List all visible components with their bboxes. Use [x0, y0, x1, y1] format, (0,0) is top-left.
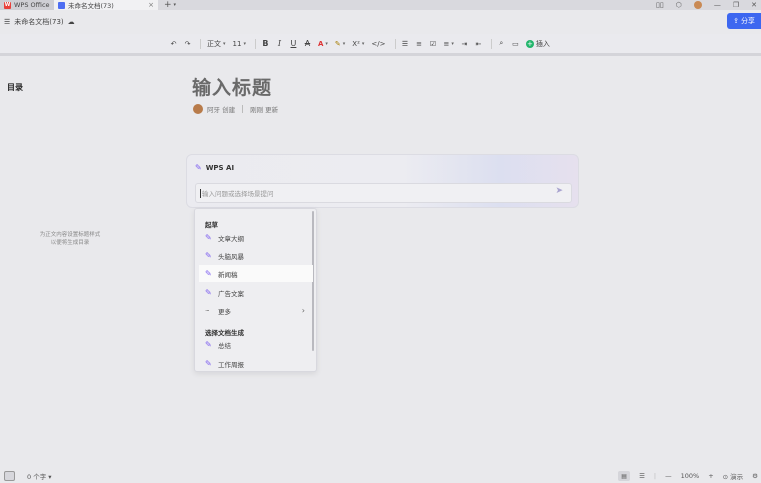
- close-tab-icon[interactable]: ×: [148, 1, 154, 9]
- pen-icon: ✎: [205, 269, 212, 278]
- style-select[interactable]: 正文 ▾: [205, 37, 228, 51]
- document-meta: 阿牙 创建 刚刚 更新: [193, 104, 278, 114]
- updated-label: 刚刚 更新: [250, 106, 279, 114]
- pen-icon: ✎: [205, 359, 212, 368]
- menu-item-ad-copy[interactable]: ✎ 广告文案: [199, 284, 313, 301]
- align-icon[interactable]: ≡ ▾: [442, 37, 456, 51]
- window-controls: ▯▯ ⬡ — ❐ ✕: [656, 0, 757, 10]
- divider: |: [653, 472, 657, 480]
- menu-item-press-release[interactable]: ✎ 新闻稿: [199, 265, 313, 282]
- chevron-down-icon[interactable]: ▾: [174, 2, 177, 8]
- bold-icon[interactable]: B: [260, 37, 271, 51]
- insert-button[interactable]: + 插入: [524, 37, 552, 51]
- highlight-icon[interactable]: ✎ ▾: [333, 37, 347, 51]
- restore-icon[interactable]: ❐: [733, 1, 739, 9]
- zoom-in-icon[interactable]: +: [708, 472, 713, 480]
- checkbox-list-icon[interactable]: ☑: [428, 37, 439, 51]
- send-icon[interactable]: ➤: [555, 186, 563, 196]
- sidebar-toggle-icon[interactable]: [4, 471, 15, 481]
- present-button[interactable]: ⊙ 演示: [723, 471, 744, 481]
- pen-icon: ✎: [205, 288, 212, 297]
- toolbar: ↶ ↷ 正文 ▾ 11 ▾ B I U A A ▾ ✎ ▾ X² ▾ </> ☰ ≡ ☑ …: [0, 34, 761, 56]
- menu-item-summary[interactable]: ✎ 总结: [199, 336, 313, 353]
- font-size-select[interactable]: 11 ▾: [231, 37, 248, 51]
- divider: [394, 38, 396, 49]
- pen-icon: ✎: [205, 233, 212, 242]
- tab-wps-office[interactable]: W WPS Office: [0, 0, 54, 10]
- zoom-level[interactable]: 100%: [681, 472, 700, 480]
- ai-title: WPS AI: [205, 163, 235, 172]
- toc-title: 目录: [7, 83, 23, 92]
- code-icon[interactable]: </>: [369, 37, 387, 51]
- strikethrough-icon[interactable]: A: [302, 37, 313, 51]
- outdent-icon[interactable]: ⇤: [473, 37, 484, 51]
- menu-icon[interactable]: ☰: [4, 18, 10, 26]
- pen-icon: ✎: [205, 251, 212, 260]
- close-window-icon[interactable]: ✕: [751, 1, 757, 9]
- tab-bar: W WPS Office 未命名文档(73) × + ▾ ▯▯ ⬡ — ❐ ✕: [0, 0, 761, 10]
- user-avatar[interactable]: [693, 1, 702, 9]
- ai-header: ✎ WPS AI: [195, 163, 234, 172]
- menu-item-weekly-report[interactable]: ✎ 工作周报: [199, 355, 313, 372]
- numbered-list-icon[interactable]: ≡: [414, 37, 425, 51]
- wps-logo-icon: W: [4, 1, 11, 9]
- share-icon: ⇪: [733, 17, 739, 25]
- ai-sparkle-icon: ✎: [195, 163, 202, 172]
- new-tab-icon[interactable]: +: [164, 0, 172, 10]
- redo-icon[interactable]: ↷: [182, 37, 193, 51]
- more-icon: ···: [205, 306, 210, 315]
- menu-item-outline[interactable]: ✎ 文章大纲: [199, 229, 313, 246]
- tab-document[interactable]: 未命名文档(73) ×: [54, 0, 158, 10]
- plus-icon: +: [525, 39, 534, 48]
- italic-icon[interactable]: I: [274, 37, 285, 51]
- indent-icon[interactable]: ⇥: [459, 37, 470, 51]
- zoom-out-icon[interactable]: —: [665, 472, 672, 480]
- toc-hint: 为正文内容设置标题样式 以便将生成目录: [39, 232, 101, 246]
- font-color-icon[interactable]: A ▾: [316, 37, 330, 51]
- divider: [254, 38, 256, 49]
- menu-item-brainstorm[interactable]: ✎ 头脑风暴: [199, 247, 313, 264]
- divider: [200, 38, 201, 49]
- menu-section-draft: 起草: [205, 221, 218, 229]
- minimize-icon[interactable]: —: [714, 1, 721, 9]
- page-view-icon[interactable]: ▤: [618, 471, 631, 481]
- search-icon[interactable]: ⌕: [496, 37, 507, 51]
- web-view-icon[interactable]: ☰: [639, 472, 645, 480]
- ai-prompt-placeholder: 输入问题或选择场景提问: [202, 190, 274, 198]
- document-title-input[interactable]: 输入标题: [192, 73, 272, 100]
- wps-ai-panel: ✎ WPS AI 输入问题或选择场景提问 ➤: [186, 154, 579, 208]
- comment-icon[interactable]: ▭: [510, 37, 521, 51]
- ai-prompt-input[interactable]: 输入问题或选择场景提问 ➤: [195, 183, 572, 203]
- superscript-icon[interactable]: X² ▾: [350, 37, 366, 51]
- title-row: ☰ 未命名文档(73) ☁: [0, 12, 761, 32]
- underline-icon[interactable]: U: [288, 37, 299, 51]
- ai-scenario-menu: 起草 ✎ 文章大纲 ✎ 头脑风暴 ✎ 新闻稿 ✎ 广告文案 ··· 更多 › 选…: [194, 208, 317, 372]
- divider: [490, 38, 492, 49]
- tab-label: 未命名文档(73): [68, 2, 114, 10]
- avatar: [193, 104, 203, 114]
- divider: [242, 105, 244, 113]
- author-label: 阿牙 创建: [207, 106, 236, 114]
- document-name[interactable]: 未命名文档(73): [14, 17, 63, 27]
- layout-icon[interactable]: ▯▯: [656, 1, 664, 9]
- cloud-sync-icon[interactable]: ☁: [68, 18, 75, 26]
- text-caret: [200, 188, 201, 198]
- share-button[interactable]: ⇪ 分享: [727, 13, 761, 29]
- word-count[interactable]: 0 个字 ▾: [27, 471, 52, 481]
- chevron-right-icon: ›: [301, 306, 305, 315]
- skin-icon[interactable]: ⬡: [676, 1, 682, 9]
- menu-item-more[interactable]: ··· 更多 ›: [199, 302, 313, 319]
- tab-label: WPS Office: [14, 1, 50, 9]
- settings-icon[interactable]: ⚙: [752, 472, 758, 480]
- bullet-list-icon[interactable]: ☰: [400, 37, 411, 51]
- status-bar: 0 个字 ▾ ▤ ☰ | — 100% + ⊙ 演示 ⚙: [0, 469, 761, 483]
- undo-icon[interactable]: ↶: [168, 37, 179, 51]
- pen-icon: ✎: [205, 340, 212, 349]
- document-icon: [58, 1, 65, 9]
